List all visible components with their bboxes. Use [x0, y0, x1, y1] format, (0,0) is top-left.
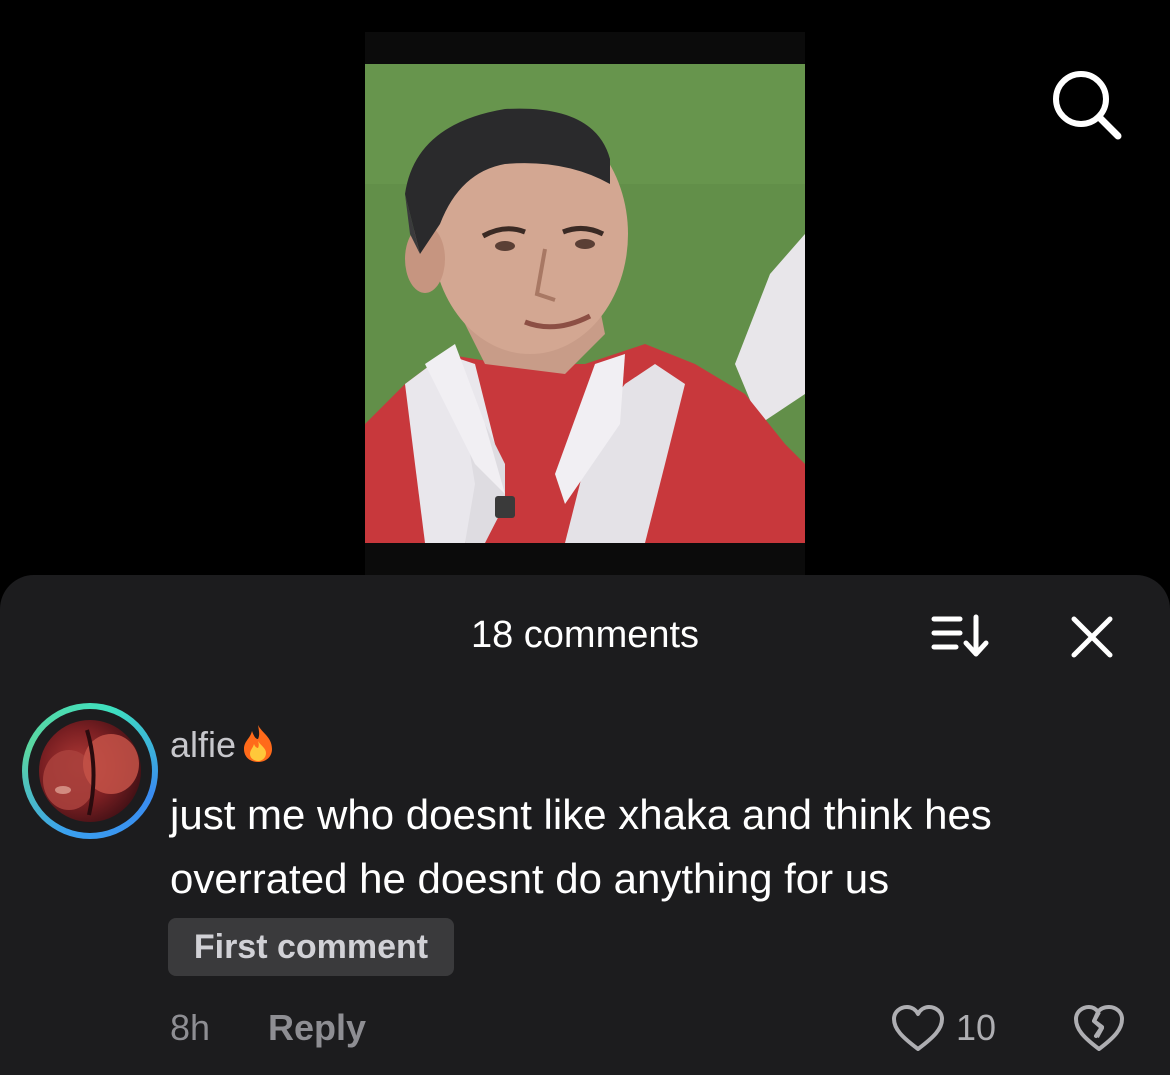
video-thumbnail	[365, 64, 805, 543]
dislike-button[interactable]	[1072, 1003, 1126, 1055]
avatar-image	[43, 729, 139, 816]
reply-button[interactable]: Reply	[268, 1008, 366, 1048]
like-button[interactable]	[890, 1003, 946, 1055]
heart-icon	[892, 1005, 944, 1051]
comment-username[interactable]: alfie	[170, 723, 276, 771]
player-photo	[365, 64, 805, 543]
avatar-photo	[39, 720, 141, 822]
like-count: 10	[956, 1007, 997, 1048]
username-text: alfie	[170, 724, 237, 765]
close-button[interactable]	[1066, 611, 1118, 663]
sort-button[interactable]	[928, 611, 992, 661]
comments-sheet: 18 comments alfie just me who doesnt lik…	[0, 575, 1170, 1075]
avatar-ring-gap	[28, 709, 152, 833]
comments-count-title: 18 comments	[470, 614, 700, 656]
fire-icon	[240, 723, 276, 771]
search-button[interactable]	[1048, 66, 1124, 142]
comment-timestamp: 8h	[170, 1007, 211, 1048]
comments-screen: 18 comments alfie just me who doesnt lik…	[0, 0, 1170, 1075]
first-comment-badge: First comment	[168, 918, 454, 976]
avatar[interactable]	[22, 703, 158, 839]
search-icon	[1053, 71, 1122, 140]
sort-icon	[931, 614, 989, 657]
broken-heart-icon	[1074, 1005, 1124, 1051]
close-icon	[1071, 616, 1113, 658]
comment-text: just me who doesnt like xhaka and think …	[170, 791, 992, 902]
